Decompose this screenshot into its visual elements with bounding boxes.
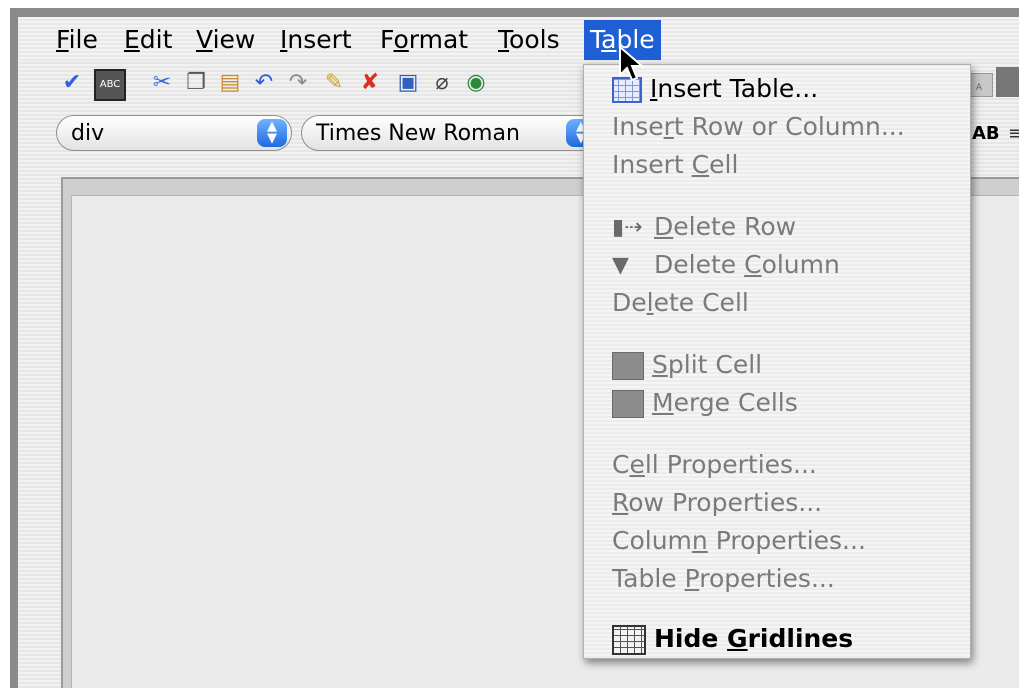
mouse-cursor-icon bbox=[619, 45, 645, 82]
cut-icon[interactable]: ✂ bbox=[148, 69, 176, 97]
insert-row-col-mnemonic: r bbox=[663, 112, 674, 141]
spellcheck-icon[interactable]: ✔ bbox=[58, 69, 86, 97]
insert-cell-prefix: Insert bbox=[612, 150, 692, 179]
menu-insert-label: nsert bbox=[287, 25, 352, 54]
align-icon[interactable]: ≡ bbox=[1008, 123, 1019, 144]
menu-item-delete-row[interactable]: ▮⇢ Delete Row bbox=[612, 209, 796, 245]
font-family-select[interactable]: Times New Roman ▲ ▼ bbox=[301, 115, 601, 151]
menu-format[interactable]: Format bbox=[374, 20, 474, 60]
paragraph-style-value: div bbox=[71, 121, 105, 146]
delete-column-mnemonic: C bbox=[744, 250, 762, 279]
hide-gridlines-prefix: Hide bbox=[654, 624, 728, 653]
menu-view-label: iew bbox=[212, 25, 256, 54]
menu-format-prefix: F bbox=[380, 25, 394, 54]
insert-cell-mnemonic: C bbox=[691, 150, 710, 179]
insert-image-icon[interactable]: ▣ bbox=[394, 69, 422, 97]
split-cells-toolbar-icon[interactable] bbox=[996, 67, 1019, 97]
cell-properties-mnemonic: e bbox=[629, 450, 645, 479]
delete-row-mnemonic: D bbox=[654, 212, 674, 241]
menu-edit-mnemonic: E bbox=[124, 25, 140, 54]
hide-gridlines-mnemonic: G bbox=[727, 624, 748, 653]
cell-properties-prefix: C bbox=[612, 450, 630, 479]
insert-table-label: nsert Table... bbox=[657, 74, 819, 103]
menu-item-insert-cell[interactable]: Insert Cell bbox=[612, 147, 738, 183]
delete-column-icon: ▼ bbox=[612, 253, 629, 278]
menu-item-delete-cell[interactable]: Delete Cell bbox=[612, 285, 749, 321]
hide-gridlines-label: ridlines bbox=[747, 624, 854, 653]
menu-file[interactable]: File bbox=[50, 20, 104, 60]
split-cell-label: plit Cell bbox=[667, 350, 763, 379]
merge-cells-mnemonic: M bbox=[652, 388, 674, 417]
menu-edit[interactable]: Edit bbox=[118, 20, 178, 60]
gridlines-icon bbox=[612, 625, 646, 655]
undo-icon[interactable]: ↶ bbox=[250, 69, 278, 97]
paragraph-style-select[interactable]: div ▲ ▼ bbox=[56, 115, 292, 151]
menu-format-label: rmat bbox=[408, 25, 469, 54]
delete-row-label: elete Row bbox=[673, 212, 797, 241]
menu-tools[interactable]: Tools bbox=[492, 20, 566, 60]
menu-bar: File Edit View Insert Format Tools Table bbox=[18, 17, 1019, 61]
menu-table-mnemonic: a bbox=[601, 25, 617, 54]
menu-tools-mnemonic: T bbox=[498, 25, 510, 54]
paste-icon[interactable]: ▤ bbox=[216, 69, 244, 97]
split-cell-icon bbox=[612, 352, 644, 380]
menu-table-prefix: T bbox=[590, 25, 602, 54]
menu-item-delete-column[interactable]: ▼ Delete Column bbox=[612, 247, 840, 283]
menu-item-row-properties[interactable]: Row Properties... bbox=[612, 485, 822, 521]
delete-column-label: olumn bbox=[761, 250, 840, 279]
font-family-value: Times New Roman bbox=[316, 121, 520, 146]
menu-insert[interactable]: Insert bbox=[274, 20, 358, 60]
menu-view[interactable]: View bbox=[190, 20, 261, 60]
menu-format-mnemonic: o bbox=[393, 25, 409, 54]
table-properties-mnemonic: P bbox=[684, 564, 700, 593]
delete-cell-mnemonic: l bbox=[646, 288, 654, 317]
menu-item-column-properties[interactable]: Column Properties... bbox=[612, 523, 866, 559]
redo-icon[interactable]: ↷ bbox=[284, 69, 312, 97]
menu-item-hide-gridlines[interactable]: Hide Gridlines bbox=[612, 621, 853, 657]
copy-icon[interactable]: ❐ bbox=[182, 69, 210, 97]
delete-column-prefix: Delete bbox=[654, 250, 745, 279]
column-properties-prefix: Colum bbox=[612, 526, 692, 555]
insert-row-col-prefix: Inse bbox=[612, 112, 664, 141]
table-menu-dropdown: Insert Table... Insert Row or Column... … bbox=[583, 64, 971, 659]
merge-cells-icon bbox=[612, 390, 644, 418]
menu-edit-label: dit bbox=[139, 25, 173, 54]
paragraph-style-stepper-icon[interactable]: ▲ ▼ bbox=[257, 119, 287, 147]
column-properties-label: Properties... bbox=[707, 526, 866, 555]
menu-tools-label: ools bbox=[509, 25, 560, 54]
row-properties-label: ow Properties... bbox=[628, 488, 823, 517]
cell-properties-label: ll Properties... bbox=[644, 450, 817, 479]
delete-cell-label: ete Cell bbox=[653, 288, 749, 317]
delete-cell-prefix: De bbox=[612, 288, 647, 317]
bold-button[interactable]: AB bbox=[972, 123, 1000, 144]
table-properties-label: roperties... bbox=[699, 564, 835, 593]
table-properties-prefix: Table bbox=[612, 564, 685, 593]
menu-item-cell-properties[interactable]: Cell Properties... bbox=[612, 447, 817, 483]
menu-item-insert-row-or-column[interactable]: Insert Row or Column... bbox=[612, 109, 905, 145]
spellcheck-as-you-type-icon[interactable]: ABC bbox=[94, 69, 126, 101]
menu-file-mnemonic: F bbox=[56, 25, 69, 54]
remove-format-icon[interactable]: ✘ bbox=[356, 69, 384, 97]
column-properties-mnemonic: n bbox=[691, 526, 708, 555]
menu-file-label: ile bbox=[68, 25, 98, 54]
insert-row-col-label: t Row or Column... bbox=[673, 112, 905, 141]
merge-cells-label: erge Cells bbox=[673, 388, 798, 417]
split-cell-mnemonic: S bbox=[652, 350, 668, 379]
menu-item-split-cell[interactable]: Split Cell bbox=[612, 347, 762, 383]
insert-cell-label: ell bbox=[709, 150, 739, 179]
insert-link-icon[interactable]: ◉ bbox=[462, 69, 490, 97]
clear-formatting-icon[interactable]: ✎ bbox=[320, 69, 348, 97]
row-properties-mnemonic: R bbox=[612, 488, 629, 517]
delete-row-icon: ▮⇢ bbox=[612, 215, 643, 240]
editor-window: File Edit View Insert Format Tools Table… bbox=[18, 17, 1019, 688]
menu-item-table-properties[interactable]: Table Properties... bbox=[612, 561, 835, 597]
attachment-icon[interactable]: ⌀ bbox=[428, 69, 456, 97]
menu-item-merge-cells[interactable]: Merge Cells bbox=[612, 385, 798, 421]
menu-view-mnemonic: V bbox=[196, 25, 213, 54]
